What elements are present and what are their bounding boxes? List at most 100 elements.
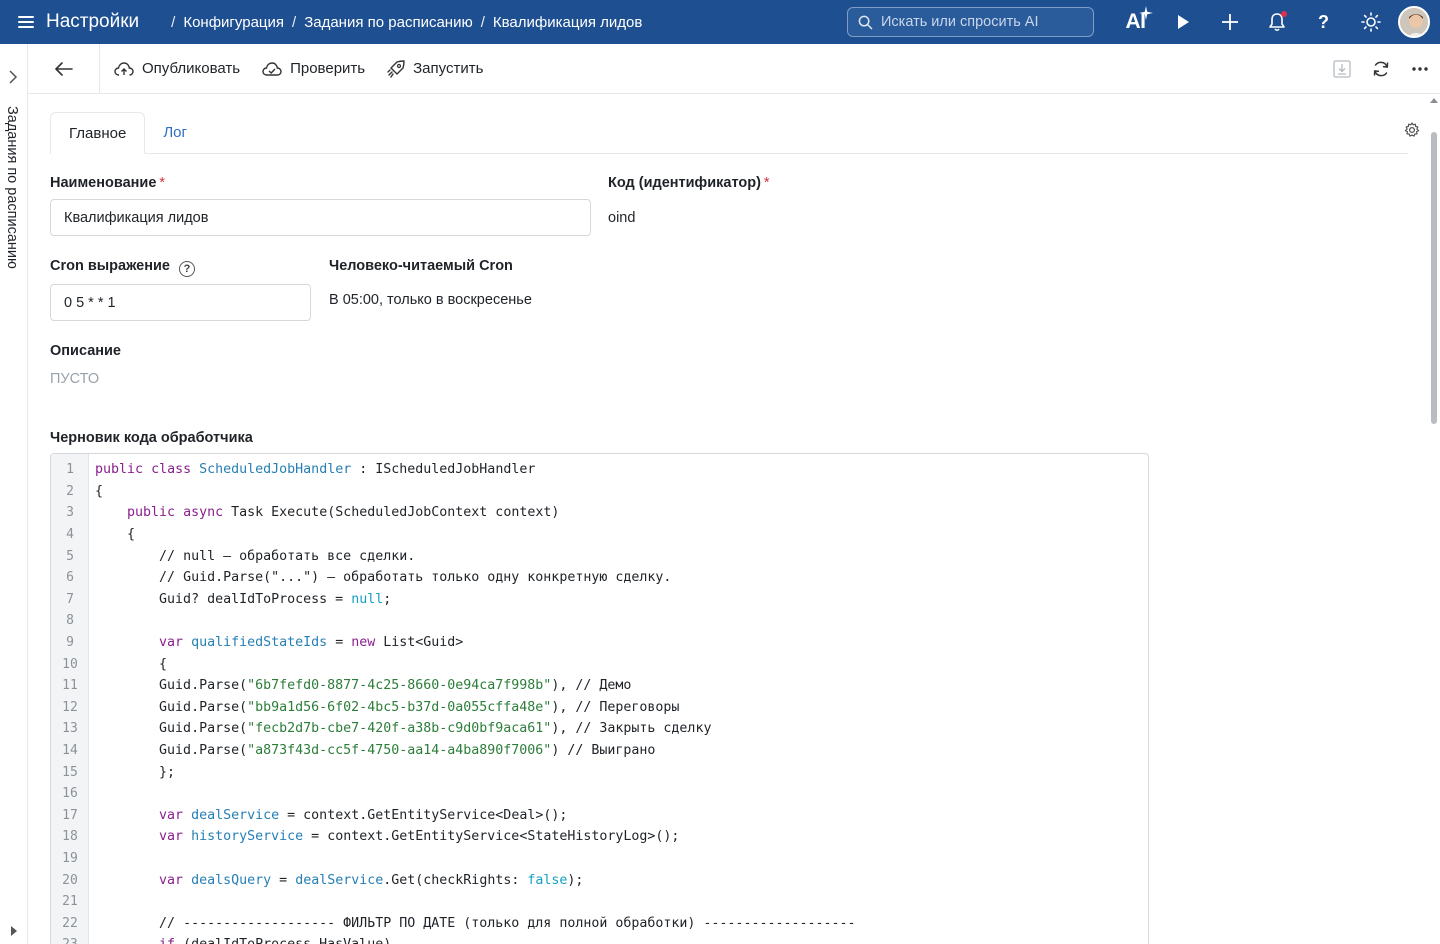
code-line: 19	[51, 848, 1148, 870]
code-line: 21	[51, 891, 1148, 913]
more-dots-icon	[1411, 67, 1428, 71]
required-marker: *	[159, 175, 166, 191]
line-number: 13	[62, 721, 78, 737]
line-number: 11	[62, 678, 78, 694]
back-button[interactable]	[28, 43, 100, 94]
code-line: 13 Guid.Parse("fecb2d7b-cbe7-420f-a38b-c…	[51, 718, 1148, 740]
cron-field[interactable]	[50, 284, 311, 321]
tab-main[interactable]: Главное	[50, 112, 146, 154]
line-number: 15	[62, 764, 78, 780]
ai-assistant-button[interactable]: AI	[1112, 0, 1159, 44]
line-number: 1	[66, 462, 74, 478]
code-line: 1 public class ScheduledJobHandler : ISch…	[51, 459, 1148, 481]
code-line: 10 {	[51, 653, 1148, 675]
name-input[interactable]	[51, 200, 590, 235]
code-line: 20 var dealsQuery = dealService.Get(chec…	[51, 869, 1148, 891]
run-icon[interactable]	[1159, 0, 1206, 44]
code-text: Guid.Parse("a873f43d-cc5f-4750-aa14-a4ba…	[95, 743, 656, 759]
name-field[interactable]	[50, 199, 591, 236]
menu-icon[interactable]	[18, 16, 34, 28]
publish-button[interactable]: Опубликовать	[108, 54, 246, 83]
run-label: Запустить	[413, 60, 484, 77]
code-text: public async Task Execute(ScheduledJobCo…	[127, 505, 560, 521]
cloud-upload-icon	[114, 61, 134, 76]
code-text: };	[95, 764, 176, 780]
line-number: 7	[66, 591, 74, 607]
expand-chevron-icon[interactable]	[8, 70, 18, 84]
top-actions: AI ?	[1112, 0, 1440, 44]
collapse-arrow-icon[interactable]	[10, 926, 18, 936]
code-line: 22 // ------------------- ФИЛЬТР ПО ДАТЕ…	[51, 912, 1148, 934]
notifications-bell-icon[interactable]	[1253, 0, 1300, 44]
search-box[interactable]	[847, 7, 1094, 37]
page-scrollbar[interactable]	[1430, 97, 1438, 944]
code-text: public class ScheduledJobHandler : ISche…	[95, 462, 536, 478]
code-line: 6 // Guid.Parse("...") — обработать толь…	[51, 567, 1148, 589]
search-input[interactable]	[881, 14, 1081, 30]
line-number: 16	[62, 786, 78, 802]
code-text: // ------------------- ФИЛЬТР ПО ДАТЕ (т…	[159, 915, 856, 931]
breadcrumb: / Конфигурация / Задания по расписанию /…	[171, 13, 643, 31]
toolbar: Опубликовать Проверить Запустить	[28, 43, 1440, 94]
publish-label: Опубликовать	[142, 60, 241, 77]
check-label: Проверить	[290, 60, 366, 77]
code-text: {	[95, 527, 136, 543]
tab-log[interactable]: Лог	[145, 111, 205, 153]
refresh-icon	[1373, 61, 1388, 77]
notification-dot	[1281, 11, 1287, 17]
code-text: Guid? dealIdToProcess = null;	[95, 591, 392, 607]
add-icon[interactable]	[1206, 0, 1253, 44]
line-number: 5	[66, 548, 74, 564]
required-marker: *	[763, 175, 770, 191]
code-line: 8	[51, 610, 1148, 632]
help-icon[interactable]: ?	[1300, 0, 1347, 44]
description-value[interactable]: ПУСТО	[50, 371, 99, 387]
line-number: 6	[66, 570, 74, 586]
line-number: 14	[62, 743, 78, 759]
line-number: 3	[66, 505, 74, 521]
gear-icon[interactable]	[1404, 122, 1420, 138]
code-text: var qualifiedStateIds = new List<Guid>	[159, 635, 464, 651]
code-line: 15 };	[51, 761, 1148, 783]
top-app-bar: Настройки / Конфигурация / Задания по ра…	[0, 0, 1440, 44]
more-options-button[interactable]	[1400, 44, 1439, 94]
sparkles-icon	[1139, 6, 1153, 20]
line-number: 19	[62, 850, 78, 866]
app-title[interactable]: Настройки	[46, 11, 139, 33]
breadcrumb-item-current[interactable]: Квалификация лидов	[493, 14, 642, 31]
code-line: 2{	[51, 481, 1148, 503]
search-icon	[858, 15, 873, 29]
breadcrumb-item-configuration[interactable]: Конфигурация	[183, 14, 284, 31]
sidebar-section-label[interactable]: Задания по расписанию	[4, 106, 20, 269]
human-cron-value: В 05:00, только в воскресенье	[329, 292, 532, 308]
theme-sun-icon[interactable]	[1347, 0, 1394, 44]
human-cron-label: Человеко-читаемый Cron	[329, 258, 513, 274]
user-avatar[interactable]	[1398, 6, 1430, 38]
code-line: 18 var historyService = context.GetEntit…	[51, 826, 1148, 848]
code-text: Guid.Parse("fecb2d7b-cbe7-420f-a38b-c9d0…	[95, 721, 712, 737]
code-line: 12 Guid.Parse("bb9a1d56-6f02-4bc5-b37d-0…	[51, 697, 1148, 719]
collapsed-sidebar: Задания по расписанию	[0, 44, 28, 944]
line-number: 20	[62, 872, 78, 888]
line-number: 22	[62, 915, 78, 931]
refresh-button[interactable]	[1361, 44, 1400, 94]
save-draft-button[interactable]	[1322, 44, 1361, 94]
scroll-up-icon[interactable]	[1430, 97, 1438, 105]
cloud-check-icon	[262, 61, 282, 76]
line-number: 12	[62, 699, 78, 715]
breadcrumb-item-scheduled-jobs[interactable]: Задания по расписанию	[304, 14, 473, 31]
save-disabled-icon	[1332, 60, 1351, 78]
run-button[interactable]: Запустить	[381, 54, 489, 84]
check-button[interactable]: Проверить	[256, 54, 371, 83]
code-id-value: oind	[608, 210, 636, 226]
name-label: Наименование *	[50, 175, 166, 191]
arrow-left-icon	[54, 61, 73, 76]
line-number: 8	[66, 613, 74, 629]
help-circle-icon[interactable]: ?	[178, 261, 195, 277]
cron-input[interactable]	[51, 285, 310, 320]
scrollbar-thumb[interactable]	[1431, 132, 1437, 424]
code-line: 16	[51, 783, 1148, 805]
code-line: 23 if (dealIdToProcess.HasValue)	[51, 934, 1148, 944]
code-text: {	[95, 656, 168, 672]
code-editor[interactable]: 1 public class ScheduledJobHandler : ISch…	[50, 453, 1149, 944]
